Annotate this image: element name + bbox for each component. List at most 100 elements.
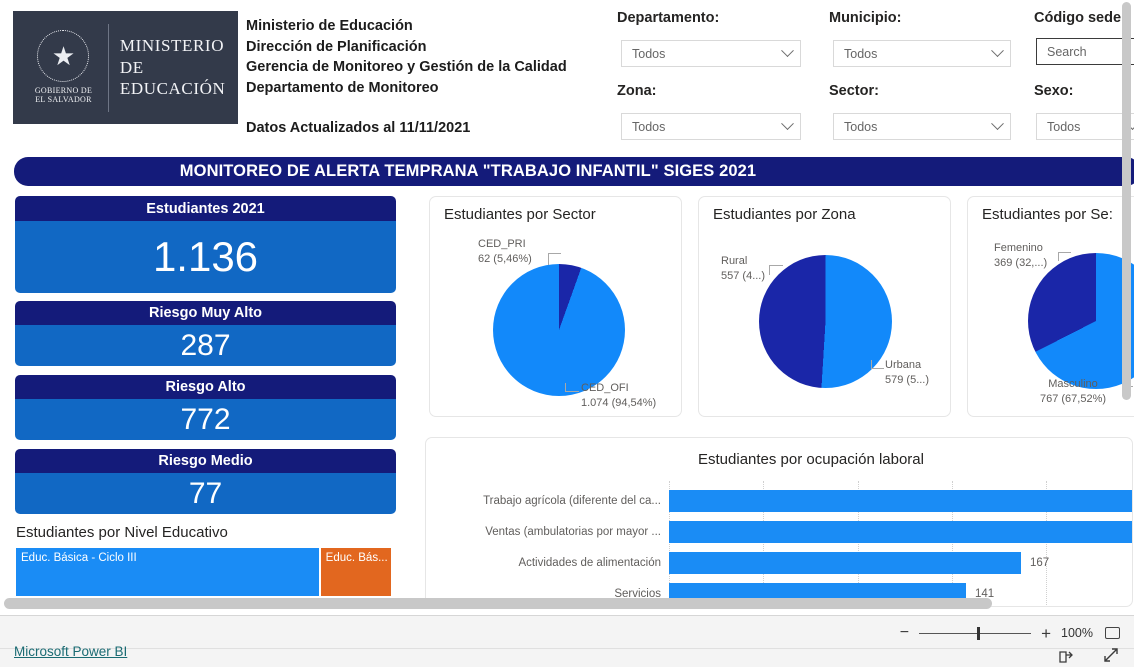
treemap-cell[interactable]: Educ. Básica - Ciclo III [16, 548, 319, 596]
chart-card-estudiantes-por-sexo[interactable]: Estudiantes por Se: Femenino 369 (32,...… [967, 196, 1134, 417]
filter-zona-value: Todos [632, 119, 666, 134]
filter-sexo[interactable]: Todos [1036, 113, 1134, 140]
zoom-out-button[interactable]: − [900, 625, 909, 641]
leader-line [565, 383, 579, 392]
filter-label-municipio: Municipio: [829, 10, 902, 26]
pie-slice-label-ced-pri: CED_PRI 62 (5,46%) [478, 238, 532, 265]
bar-category-label: Trabajo agrícola (diferente del ca... [483, 495, 661, 507]
kpi-label: Riesgo Alto [15, 375, 396, 399]
bar-row[interactable]: Ventas (ambulatorias por mayor ... [426, 521, 1132, 543]
kpi-card-riesgo-medio[interactable]: Riesgo Medio 77 [15, 449, 396, 514]
kpi-label: Estudiantes 2021 [15, 196, 396, 221]
bar-fill[interactable] [669, 552, 1021, 574]
microsoft-power-bi-link[interactable]: Microsoft Power BI [14, 644, 127, 659]
kpi-label: Riesgo Muy Alto [15, 301, 396, 325]
bar-row[interactable]: Actividades de alimentación 167 [426, 552, 1132, 574]
filter-departamento-value: Todos [632, 46, 666, 61]
leader-line [548, 253, 561, 265]
filter-sector-value: Todos [844, 119, 878, 134]
chart-card-estudiantes-por-sector[interactable]: Estudiantes por Sector CED_PRI 62 (5,46%… [429, 196, 682, 417]
org-line-3: Gerencia de Monitoreo y Gestión de la Ca… [246, 59, 567, 76]
filter-codigo-sede-value: Search [1047, 44, 1087, 59]
filter-sector[interactable]: Todos [833, 113, 1011, 140]
chart-title: Estudiantes por ocupación laboral [698, 451, 924, 468]
kpi-card-estudiantes-2021[interactable]: Estudiantes 2021 1.136 [15, 196, 396, 293]
kpi-label: Riesgo Medio [15, 449, 396, 473]
fit-to-page-icon[interactable] [1105, 627, 1120, 639]
pie-estudiantes-por-sector[interactable] [493, 264, 625, 396]
filter-label-sexo: Sexo: [1034, 83, 1074, 99]
chevron-down-icon [991, 44, 1004, 58]
kpi-value: 77 [15, 473, 396, 514]
filter-municipio[interactable]: Todos [833, 40, 1011, 67]
pie-slice-label-urbana: Urbana 579 (5...) [885, 359, 930, 386]
zoom-controls: − + 100% [900, 622, 1120, 644]
logo-wordmark: MINISTERIO DE EDUCACIÓN [120, 35, 238, 100]
horizontal-scrollbar-thumb[interactable] [4, 598, 992, 609]
filter-codigo-sede-search[interactable]: Search [1036, 38, 1134, 65]
kpi-value: 772 [15, 399, 396, 440]
chart-title: Estudiantes por Sector [444, 206, 596, 223]
pie-slice-label-ced-ofi: CED_OFI 1.074 (94,54%) [581, 382, 657, 409]
kpi-card-riesgo-muy-alto[interactable]: Riesgo Muy Alto 287 [15, 301, 396, 366]
zoom-slider[interactable] [919, 626, 1032, 640]
bar-fill[interactable] [669, 490, 1132, 512]
pie-estudiantes-por-sexo[interactable] [1028, 253, 1134, 389]
treemap-cell[interactable]: Educ. Bás... [320, 548, 391, 596]
coat-of-arms-icon: ★ GOBIERNO DE EL SALVADOR [23, 30, 104, 105]
logo-divider [107, 23, 109, 112]
kpi-value: 1.136 [15, 221, 396, 293]
leader-line [1058, 252, 1071, 261]
filter-sexo-value: Todos [1047, 119, 1081, 134]
zoom-percent-label: 100% [1061, 626, 1093, 640]
chart-card-estudiantes-por-zona[interactable]: Estudiantes por Zona Rural 557 (4...) Ur… [698, 196, 951, 417]
chart-title: Estudiantes por Se: [982, 206, 1113, 223]
chart-card-ocupacion-laboral[interactable]: Estudiantes por ocupación laboral Trabaj… [425, 437, 1133, 607]
treemap-nivel-educativo[interactable]: Educ. Básica - Ciclo III Educ. Bás... [16, 548, 391, 596]
filter-departamento[interactable]: Todos [621, 40, 801, 67]
org-line-4: Departamento de Monitoreo [246, 79, 439, 96]
bar-category-label: Ventas (ambulatorias por mayor ... [485, 526, 661, 538]
gov-line-2: EL SALVADOR [35, 95, 92, 104]
power-bi-report-viewer: ★ GOBIERNO DE EL SALVADOR MINISTERIO DE … [0, 0, 1134, 667]
logo-wordmark-line-2: DE EDUCACIÓN [119, 57, 226, 99]
filter-zona[interactable]: Todos [621, 113, 801, 140]
report-title: MONITOREO DE ALERTA TEMPRANA "TRABAJO IN… [179, 162, 757, 180]
leader-line [769, 265, 783, 275]
pie-slice-label-femenino: Femenino 369 (32,...) [994, 242, 1048, 269]
data-updated-text: Datos Actualizados al 11/11/2021 [246, 120, 471, 136]
report-footer: − + 100% Microsoft Power BI [0, 615, 1134, 667]
kpi-card-riesgo-alto[interactable]: Riesgo Alto 772 [15, 375, 396, 440]
report-title-banner: MONITOREO DE ALERTA TEMPRANA "TRABAJO IN… [14, 157, 1134, 186]
treemap-cell-label: Educ. Básica - Ciclo III [21, 552, 137, 564]
organization-heading: Ministerio de Educación Dirección de Pla… [246, 16, 567, 98]
vertical-scrollbar[interactable] [1122, 2, 1131, 400]
filter-label-zona: Zona: [617, 83, 657, 99]
zoom-slider-thumb[interactable] [977, 626, 981, 640]
treemap-title: Estudiantes por Nivel Educativo [16, 524, 228, 541]
pie-slice-label-masculino: Masculino 767 (67,52%) [1039, 378, 1107, 405]
bar-category-label: Actividades de alimentación [518, 557, 661, 569]
bar-row[interactable]: Trabajo agrícola (diferente del ca... [426, 490, 1132, 512]
filter-municipio-value: Todos [844, 46, 878, 61]
treemap-cell-label: Educ. Bás... [325, 552, 388, 564]
filter-label-sector: Sector: [829, 83, 879, 99]
footer-divider [0, 648, 1134, 649]
report-canvas: ★ GOBIERNO DE EL SALVADOR MINISTERIO DE … [0, 0, 1134, 615]
pie-slice-label-rural: Rural 557 (4...) [721, 255, 766, 282]
share-icon[interactable] [1058, 646, 1076, 664]
logo-wordmark-line-1: MINISTERIO [119, 35, 225, 55]
fullscreen-icon[interactable] [1102, 646, 1120, 664]
kpi-value: 287 [15, 325, 396, 366]
bar-fill[interactable] [669, 521, 1132, 543]
chevron-down-icon [991, 117, 1004, 131]
footer-actions [1058, 646, 1120, 664]
chart-title: Estudiantes por Zona [713, 206, 856, 223]
chevron-down-icon [781, 44, 794, 58]
ministry-logo: ★ GOBIERNO DE EL SALVADOR MINISTERIO DE … [13, 11, 238, 124]
chevron-down-icon [781, 117, 794, 131]
zoom-in-button[interactable]: + [1041, 625, 1051, 642]
bar-value-label: 167 [1030, 557, 1050, 569]
leader-line [871, 360, 884, 369]
org-line-1: Ministerio de Educación [246, 18, 413, 34]
